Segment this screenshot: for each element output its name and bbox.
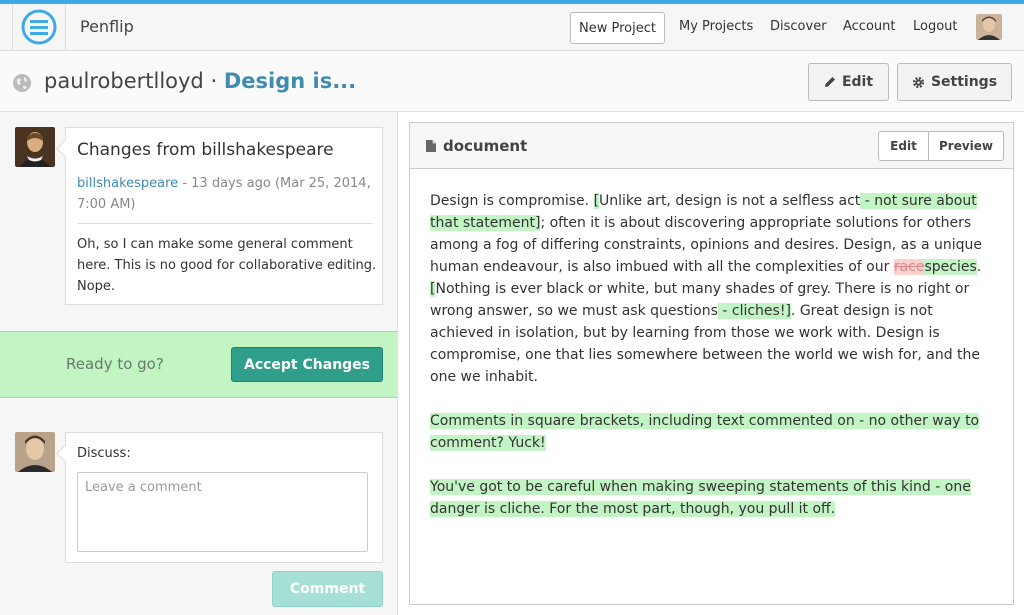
added-text: You've got to be careful when making swe… [430,479,971,517]
document-paragraph: Design is compromise. [Unlike art, desig… [430,190,1000,388]
tab-edit[interactable]: Edit [879,132,929,160]
project-owner[interactable]: paulrobertlloyd [44,69,204,93]
author-avatar[interactable] [15,127,55,167]
shakespeare-avatar-icon [15,127,55,167]
view-mode-toggle: Edit Preview [878,131,1004,161]
nav-my-projects[interactable]: My Projects [679,19,753,34]
author-link[interactable]: billshakespeare [77,176,178,191]
project-name[interactable]: Design is... [224,69,356,93]
change-comment: Oh, so I can make some general comment h… [77,237,377,294]
document-paragraph: You've got to be careful when making swe… [430,476,1000,520]
added-text: Comments in square brackets, including t… [430,413,980,451]
commenter-avatar-icon [15,432,55,472]
document-title: document [443,137,528,155]
text-segment: . [976,259,982,275]
gear-icon [912,76,925,88]
penflip-logo[interactable] [12,4,66,50]
divider [77,223,373,224]
file-icon [426,140,436,152]
user-avatar-icon [976,14,1002,40]
nav-discover[interactable]: Discover [770,19,827,34]
removed-text: race [893,259,925,275]
changes-heading: Changes from billshakespeare [77,140,334,160]
text-segment: Unlike art, design is not a selfless act [599,193,861,209]
document-header: document Edit Preview [410,123,1013,169]
nav-account[interactable]: Account [843,19,896,34]
top-navbar: Penflip New Project My Projects Discover… [0,4,1024,51]
added-text: species [924,259,977,275]
ready-to-merge-banner: Ready to go? Accept Changes [0,331,398,398]
discussion-card: Discuss: [65,432,383,563]
settings-label: Settings [930,74,998,90]
accept-changes-button[interactable]: Accept Changes [231,347,383,382]
comment-input[interactable] [77,472,368,552]
change-summary-card: Changes from billshakespeare billshakesp… [65,127,383,305]
settings-button[interactable]: Settings [897,63,1012,101]
document-body[interactable]: Design is compromise. [Unlike art, desig… [430,190,1000,542]
commenter-avatar[interactable] [15,432,55,472]
added-text: - cliches! [717,303,786,319]
pencil-icon [824,77,835,87]
change-meta: billshakespeare - 13 days ago (Mar 25, 2… [77,173,375,215]
document-paragraph: Comments in square brackets, including t… [430,410,1000,454]
comment-button[interactable]: Comment [272,571,383,607]
logo-icon [21,9,57,45]
title-separator: · [210,69,218,93]
nav-logout[interactable]: Logout [913,19,958,34]
document-panel: document Edit Preview Design is compromi… [409,122,1014,605]
text-segment: Design is compromise. [430,193,594,209]
changes-sidebar: Changes from billshakespeare billshakesp… [0,112,398,615]
globe-icon [13,74,31,92]
user-avatar[interactable] [976,14,1002,40]
ready-text: Ready to go? [66,355,164,373]
brand-name[interactable]: Penflip [80,17,134,36]
edit-project-button[interactable]: Edit [808,63,889,101]
page-title: paulrobertlloyd · Design is... [44,69,356,93]
new-project-button[interactable]: New Project [570,12,665,44]
discuss-label: Discuss: [77,446,131,461]
tab-preview[interactable]: Preview [929,132,1003,160]
project-title-bar: paulrobertlloyd · Design is... Edit Sett… [0,51,1024,112]
edit-project-label: Edit [841,74,874,90]
